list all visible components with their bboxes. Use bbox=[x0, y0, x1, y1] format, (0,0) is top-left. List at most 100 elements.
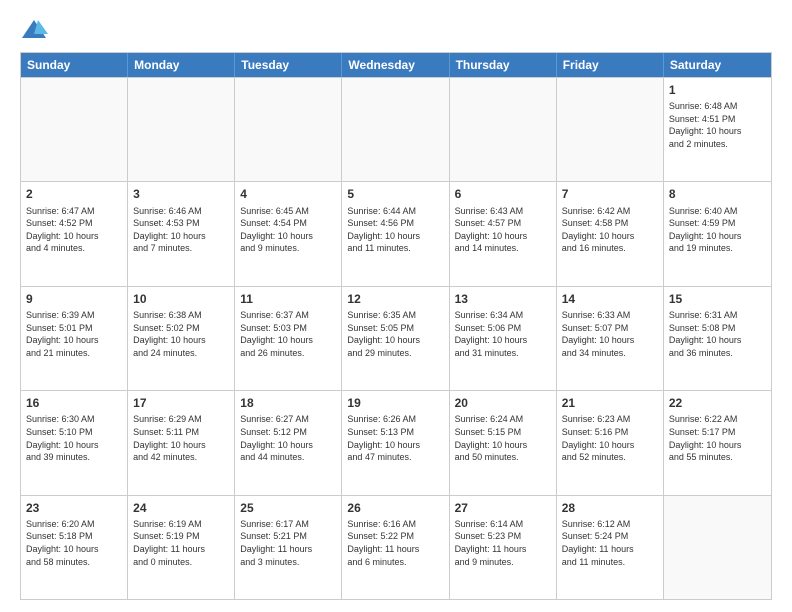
cell-day-number: 1 bbox=[669, 82, 766, 98]
cell-info: Sunrise: 6:20 AM Sunset: 5:18 PM Dayligh… bbox=[26, 518, 122, 568]
header bbox=[20, 16, 772, 44]
calendar-row: 1 Sunrise: 6:48 AM Sunset: 4:51 PM Daylig… bbox=[21, 77, 771, 181]
calendar-cell: 1 Sunrise: 6:48 AM Sunset: 4:51 PM Daylig… bbox=[664, 78, 771, 181]
calendar-cell: 13 Sunrise: 6:34 AM Sunset: 5:06 PM Dayli… bbox=[450, 287, 557, 390]
calendar-cell: 24 Sunrise: 6:19 AM Sunset: 5:19 PM Dayli… bbox=[128, 496, 235, 599]
cell-info: Sunrise: 6:42 AM Sunset: 4:58 PM Dayligh… bbox=[562, 205, 658, 255]
calendar-cell: 14Sunrise: 6:33 AM Sunset: 5:07 PM Dayli… bbox=[557, 287, 664, 390]
calendar-cell: 5Sunrise: 6:44 AM Sunset: 4:56 PM Daylig… bbox=[342, 182, 449, 285]
cell-info: Sunrise: 6:17 AM Sunset: 5:21 PM Dayligh… bbox=[240, 518, 336, 568]
cell-day-number: 27 bbox=[455, 500, 551, 516]
calendar-cell: 16 Sunrise: 6:30 AM Sunset: 5:10 PM Dayli… bbox=[21, 391, 128, 494]
cell-info: Sunrise: 6:45 AM Sunset: 4:54 PM Dayligh… bbox=[240, 205, 336, 255]
cell-day-number: 2 bbox=[26, 186, 122, 202]
calendar-cell bbox=[128, 78, 235, 181]
calendar-cell: 10 Sunrise: 6:38 AM Sunset: 5:02 PM Dayli… bbox=[128, 287, 235, 390]
cell-info: Sunrise: 6:27 AM Sunset: 5:12 PM Dayligh… bbox=[240, 413, 336, 463]
cell-day-number: 25 bbox=[240, 500, 336, 516]
calendar-cell: 11 Sunrise: 6:37 AM Sunset: 5:03 PM Dayli… bbox=[235, 287, 342, 390]
calendar-cell: 17 Sunrise: 6:29 AM Sunset: 5:11 PM Dayli… bbox=[128, 391, 235, 494]
cell-info: Sunrise: 6:22 AM Sunset: 5:17 PM Dayligh… bbox=[669, 413, 766, 463]
logo-icon bbox=[20, 16, 48, 44]
cell-day-number: 20 bbox=[455, 395, 551, 411]
cell-info: Sunrise: 6:46 AM Sunset: 4:53 PM Dayligh… bbox=[133, 205, 229, 255]
cell-day-number: 17 bbox=[133, 395, 229, 411]
cell-day-number: 11 bbox=[240, 291, 336, 307]
cell-day-number: 22 bbox=[669, 395, 766, 411]
cell-info: Sunrise: 6:16 AM Sunset: 5:22 PM Dayligh… bbox=[347, 518, 443, 568]
cell-day-number: 13 bbox=[455, 291, 551, 307]
cell-day-number: 7 bbox=[562, 186, 658, 202]
cell-info: Sunrise: 6:38 AM Sunset: 5:02 PM Dayligh… bbox=[133, 309, 229, 359]
cell-day-number: 10 bbox=[133, 291, 229, 307]
cell-day-number: 18 bbox=[240, 395, 336, 411]
cell-info: Sunrise: 6:47 AM Sunset: 4:52 PM Dayligh… bbox=[26, 205, 122, 255]
calendar: SundayMondayTuesdayWednesdayThursdayFrid… bbox=[20, 52, 772, 600]
weekday-header: Sunday bbox=[21, 53, 128, 77]
calendar-cell bbox=[664, 496, 771, 599]
cell-day-number: 4 bbox=[240, 186, 336, 202]
cell-day-number: 6 bbox=[455, 186, 551, 202]
cell-day-number: 12 bbox=[347, 291, 443, 307]
cell-day-number: 28 bbox=[562, 500, 658, 516]
weekday-header: Wednesday bbox=[342, 53, 449, 77]
cell-info: Sunrise: 6:43 AM Sunset: 4:57 PM Dayligh… bbox=[455, 205, 551, 255]
weekday-header: Monday bbox=[128, 53, 235, 77]
calendar-row: 2 Sunrise: 6:47 AM Sunset: 4:52 PM Daylig… bbox=[21, 181, 771, 285]
cell-info: Sunrise: 6:23 AM Sunset: 5:16 PM Dayligh… bbox=[562, 413, 658, 463]
cell-info: Sunrise: 6:39 AM Sunset: 5:01 PM Dayligh… bbox=[26, 309, 122, 359]
calendar-cell: 25 Sunrise: 6:17 AM Sunset: 5:21 PM Dayli… bbox=[235, 496, 342, 599]
calendar-row: 23 Sunrise: 6:20 AM Sunset: 5:18 PM Dayli… bbox=[21, 495, 771, 599]
calendar-cell: 20Sunrise: 6:24 AM Sunset: 5:15 PM Dayli… bbox=[450, 391, 557, 494]
cell-day-number: 21 bbox=[562, 395, 658, 411]
cell-info: Sunrise: 6:48 AM Sunset: 4:51 PM Dayligh… bbox=[669, 100, 766, 150]
cell-info: Sunrise: 6:26 AM Sunset: 5:13 PM Dayligh… bbox=[347, 413, 443, 463]
calendar-cell: 7 Sunrise: 6:42 AM Sunset: 4:58 PM Daylig… bbox=[557, 182, 664, 285]
calendar-body: 1 Sunrise: 6:48 AM Sunset: 4:51 PM Daylig… bbox=[21, 77, 771, 599]
calendar-cell: 22 Sunrise: 6:22 AM Sunset: 5:17 PM Dayli… bbox=[664, 391, 771, 494]
calendar-cell: 28 Sunrise: 6:12 AM Sunset: 5:24 PM Dayli… bbox=[557, 496, 664, 599]
weekday-header: Friday bbox=[557, 53, 664, 77]
calendar-cell bbox=[235, 78, 342, 181]
calendar-cell: 19 Sunrise: 6:26 AM Sunset: 5:13 PM Dayli… bbox=[342, 391, 449, 494]
calendar-cell: 3Sunrise: 6:46 AM Sunset: 4:53 PM Daylig… bbox=[128, 182, 235, 285]
calendar-cell: 26 Sunrise: 6:16 AM Sunset: 5:22 PM Dayli… bbox=[342, 496, 449, 599]
weekday-header: Tuesday bbox=[235, 53, 342, 77]
cell-info: Sunrise: 6:37 AM Sunset: 5:03 PM Dayligh… bbox=[240, 309, 336, 359]
cell-day-number: 9 bbox=[26, 291, 122, 307]
calendar-cell: 18 Sunrise: 6:27 AM Sunset: 5:12 PM Dayli… bbox=[235, 391, 342, 494]
calendar-cell bbox=[342, 78, 449, 181]
calendar-cell: 23 Sunrise: 6:20 AM Sunset: 5:18 PM Dayli… bbox=[21, 496, 128, 599]
cell-info: Sunrise: 6:19 AM Sunset: 5:19 PM Dayligh… bbox=[133, 518, 229, 568]
cell-info: Sunrise: 6:44 AM Sunset: 4:56 PM Dayligh… bbox=[347, 205, 443, 255]
cell-day-number: 16 bbox=[26, 395, 122, 411]
calendar-cell: 9 Sunrise: 6:39 AM Sunset: 5:01 PM Daylig… bbox=[21, 287, 128, 390]
calendar-cell: 4 Sunrise: 6:45 AM Sunset: 4:54 PM Daylig… bbox=[235, 182, 342, 285]
cell-day-number: 19 bbox=[347, 395, 443, 411]
cell-info: Sunrise: 6:31 AM Sunset: 5:08 PM Dayligh… bbox=[669, 309, 766, 359]
cell-info: Sunrise: 6:34 AM Sunset: 5:06 PM Dayligh… bbox=[455, 309, 551, 359]
cell-day-number: 26 bbox=[347, 500, 443, 516]
cell-info: Sunrise: 6:14 AM Sunset: 5:23 PM Dayligh… bbox=[455, 518, 551, 568]
calendar-row: 16 Sunrise: 6:30 AM Sunset: 5:10 PM Dayli… bbox=[21, 390, 771, 494]
cell-info: Sunrise: 6:40 AM Sunset: 4:59 PM Dayligh… bbox=[669, 205, 766, 255]
cell-day-number: 8 bbox=[669, 186, 766, 202]
cell-info: Sunrise: 6:33 AM Sunset: 5:07 PM Dayligh… bbox=[562, 309, 658, 359]
cell-day-number: 24 bbox=[133, 500, 229, 516]
cell-day-number: 15 bbox=[669, 291, 766, 307]
calendar-header: SundayMondayTuesdayWednesdayThursdayFrid… bbox=[21, 53, 771, 77]
calendar-cell bbox=[557, 78, 664, 181]
cell-info: Sunrise: 6:29 AM Sunset: 5:11 PM Dayligh… bbox=[133, 413, 229, 463]
calendar-cell: 2 Sunrise: 6:47 AM Sunset: 4:52 PM Daylig… bbox=[21, 182, 128, 285]
calendar-cell: 12Sunrise: 6:35 AM Sunset: 5:05 PM Dayli… bbox=[342, 287, 449, 390]
weekday-header: Thursday bbox=[450, 53, 557, 77]
calendar-row: 9 Sunrise: 6:39 AM Sunset: 5:01 PM Daylig… bbox=[21, 286, 771, 390]
calendar-cell: 15 Sunrise: 6:31 AM Sunset: 5:08 PM Dayli… bbox=[664, 287, 771, 390]
cell-info: Sunrise: 6:12 AM Sunset: 5:24 PM Dayligh… bbox=[562, 518, 658, 568]
calendar-cell: 6 Sunrise: 6:43 AM Sunset: 4:57 PM Daylig… bbox=[450, 182, 557, 285]
calendar-cell: 27 Sunrise: 6:14 AM Sunset: 5:23 PM Dayli… bbox=[450, 496, 557, 599]
calendar-cell: 8 Sunrise: 6:40 AM Sunset: 4:59 PM Daylig… bbox=[664, 182, 771, 285]
cell-info: Sunrise: 6:30 AM Sunset: 5:10 PM Dayligh… bbox=[26, 413, 122, 463]
cell-day-number: 23 bbox=[26, 500, 122, 516]
calendar-cell bbox=[21, 78, 128, 181]
